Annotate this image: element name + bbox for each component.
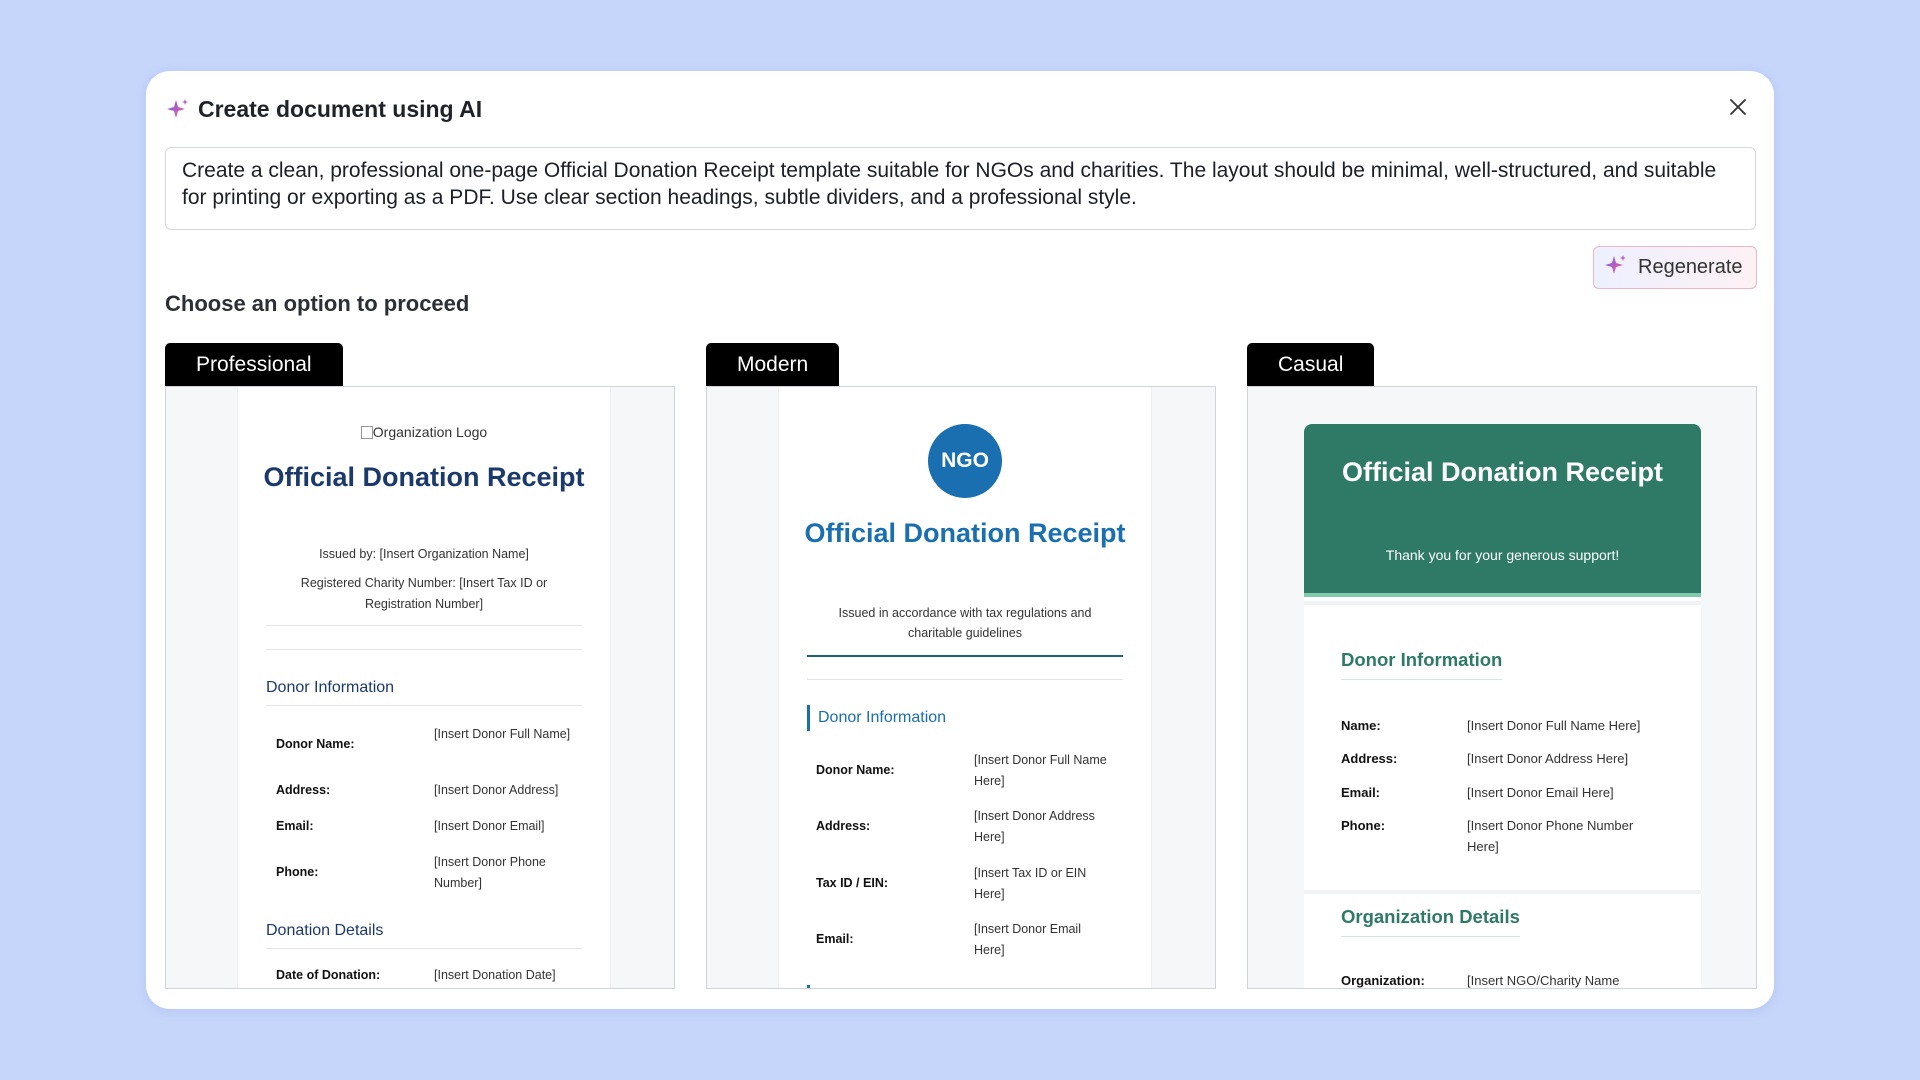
issued-by-text: Issued by: [Insert Organization Name] [319,547,529,561]
regenerate-label: Regenerate [1638,256,1743,278]
close-button[interactable] [1722,93,1754,125]
section-heading-organization: Organization Details [1341,906,1520,937]
table-row: Organization: [Insert NGO/Charity Name [1341,973,1620,988]
sparkle-icon [166,97,190,121]
table-row: Donor Name: [Insert Donor Full Name] [276,727,571,751]
regenerate-button[interactable]: Regenerate [1593,246,1757,289]
document-subtitle: Thank you for your generous support! [1385,547,1620,563]
option-casual[interactable]: Casual Official Donation Receipt Thank y… [1247,343,1757,989]
document-subtitle: Issued in accordance with tax regulation… [838,606,1092,640]
choose-option-heading: Choose an option to proceed [165,291,470,316]
document-header-banner: Official Donation Receipt Thank you for … [1304,424,1701,597]
table-row: Address: [Insert Donor Address] [276,783,559,797]
preview-modern[interactable]: NGO Official Donation Receipt Issued in … [706,386,1216,989]
table-row: Phone: [Insert Donor Phone Number Here] [1341,818,1634,854]
divider [266,625,582,626]
option-tab-casual[interactable]: Casual [1247,343,1375,387]
dialog-title: Create document using AI [198,96,483,122]
document-title: Official Donation Receipt [263,462,585,492]
section-accent-bar [807,985,810,988]
table-row: Email: [Insert Donor Email] [276,819,545,833]
section-heading-donor: Donor Information [266,679,582,706]
divider [1304,601,1701,605]
option-tab-modern[interactable]: Modern [706,343,840,387]
organization-logo: Organization Logo [238,424,610,440]
table-row: Phone: [Insert Donor Phone Number] [276,855,546,890]
charity-number-text: Registered Charity Number: [Insert Tax I… [300,576,548,611]
close-icon [1729,98,1747,121]
option-modern[interactable]: Modern NGO Official Donation Receipt Iss… [706,343,1216,989]
table-row: Address: [Insert Donor Address Here] [816,809,1095,844]
table-row: Donor Name: [Insert Donor Full Name Here… [816,753,1107,788]
option-professional[interactable]: Professional Organization Logo Official … [165,343,675,989]
divider [807,655,1123,657]
divider [807,679,1123,680]
document-page: NGO Official Donation Receipt Issued in … [779,387,1151,988]
divider [1304,890,1701,894]
table-row: Email: [Insert Donor Email Here] [1341,785,1614,800]
document-page: Official Donation Receipt Thank you for … [1304,424,1701,988]
create-document-dialog: Create document using AI Create a clean,… [146,71,1774,1009]
ngo-badge: NGO [928,424,1002,498]
dialog-header: Create document using AI [166,89,1754,129]
document-title: Official Donation Receipt [1341,457,1664,487]
table-row: Date of Donation: [Insert Donation Date] [276,968,556,982]
option-tab-professional[interactable]: Professional [165,343,343,387]
section-heading-donor: Donor Information [1341,649,1503,680]
table-row: Tax ID / EIN: [Insert Tax ID or EIN Here… [816,866,1087,901]
sparkle-icon [1604,253,1628,283]
section-heading-donor: Donor Information [807,705,946,731]
divider [266,649,582,650]
prompt-textarea[interactable]: Create a clean, professional one-page Of… [165,147,1756,230]
broken-image-icon [360,426,373,439]
document-page: Organization Logo Official Donation Rece… [238,387,610,988]
table-row: Email: [Insert Donor Email Here] [816,922,1081,957]
document-title: Official Donation Receipt [804,518,1126,548]
table-row: Name: [Insert Donor Full Name Here] [1341,718,1641,733]
preview-professional[interactable]: Organization Logo Official Donation Rece… [165,386,675,989]
section-heading-donation: Donation Details [266,922,582,949]
preview-casual[interactable]: Official Donation Receipt Thank you for … [1247,386,1757,989]
table-row: Address: [Insert Donor Address Here] [1341,751,1629,766]
